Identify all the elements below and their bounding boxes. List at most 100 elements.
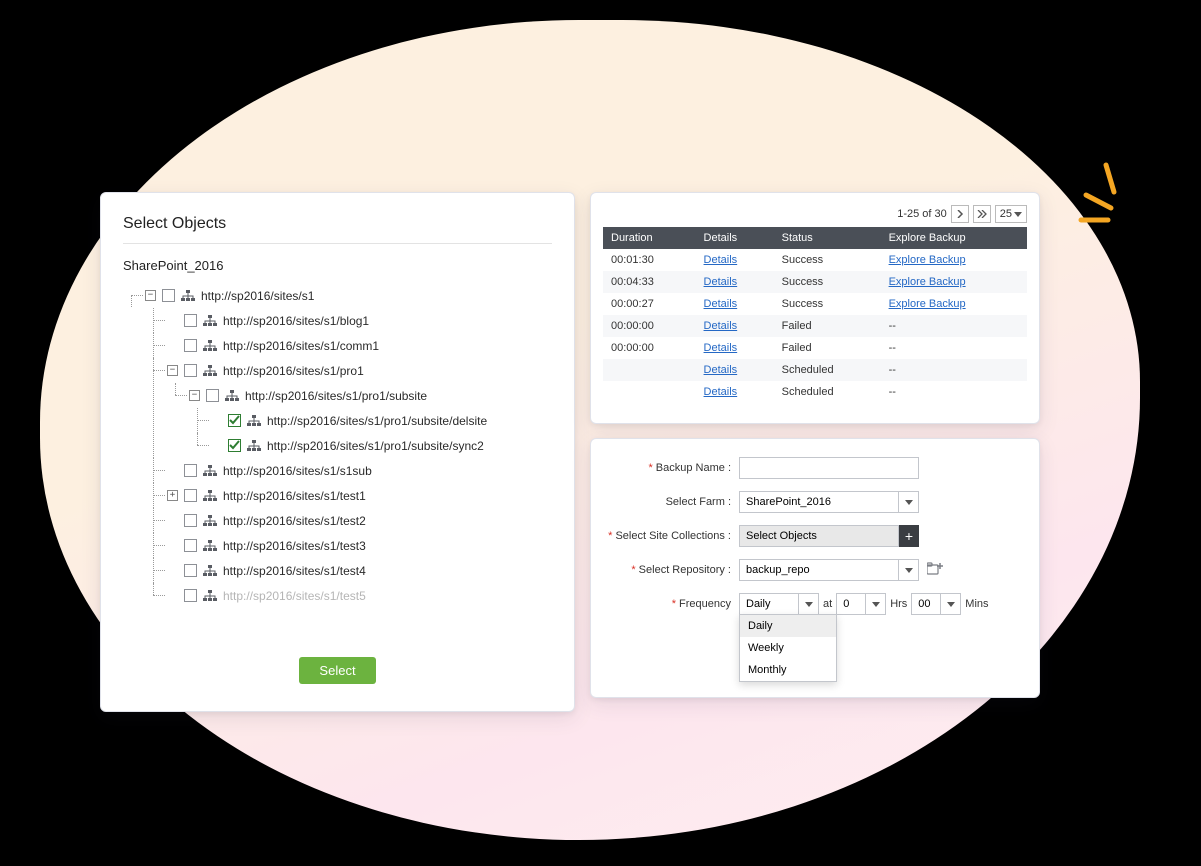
frequency-option[interactable]: Monthly <box>740 659 836 681</box>
divider <box>123 243 552 244</box>
frequency-dropdown[interactable]: Daily DailyWeeklyMonthly <box>739 593 819 615</box>
tree-checkbox[interactable] <box>228 414 241 427</box>
tree-checkbox[interactable] <box>184 514 197 527</box>
tree-checkbox[interactable] <box>184 589 197 602</box>
column-header[interactable]: Explore Backup <box>881 227 1027 249</box>
select-objects-display: Select Objects <box>739 525 899 547</box>
column-header[interactable]: Status <box>774 227 881 249</box>
details-link[interactable]: Details <box>704 276 738 288</box>
mins-label: Mins <box>965 598 988 610</box>
tree-node-label[interactable]: http://sp2016/sites/s1/blog1 <box>223 314 369 328</box>
tree-node-label[interactable]: http://sp2016/sites/s1/test1 <box>223 489 366 503</box>
table-row: 00:04:33DetailsSuccessExplore Backup <box>603 271 1027 293</box>
explore-backup-link[interactable]: Explore Backup <box>889 276 966 288</box>
tree-node-label[interactable]: http://sp2016/sites/s1/pro1/subsite <box>245 389 427 403</box>
tree-checkbox[interactable] <box>162 289 175 302</box>
explore-backup-cell: -- <box>881 381 1027 403</box>
collapse-toggle[interactable]: − <box>189 390 200 401</box>
tree-node-label[interactable]: http://sp2016/sites/s1/test5 <box>223 589 366 603</box>
site-hierarchy-icon <box>247 415 261 427</box>
tree-node: http://sp2016/sites/s1/pro1/subsite/dels… <box>211 408 552 433</box>
details-link[interactable]: Details <box>704 254 738 266</box>
site-hierarchy-icon <box>203 590 217 602</box>
duration-cell: 00:01:30 <box>603 249 696 271</box>
tree-checkbox[interactable] <box>184 339 197 352</box>
duration-cell: 00:00:00 <box>603 315 696 337</box>
tree-node: − http://sp2016/sites/s1/pro1/subsite <box>189 383 552 408</box>
tree-checkbox[interactable] <box>184 314 197 327</box>
status-cell: Success <box>774 293 881 315</box>
site-hierarchy-icon <box>203 465 217 477</box>
frequency-option[interactable]: Weekly <box>740 637 836 659</box>
column-header[interactable]: Details <box>696 227 774 249</box>
tree-checkbox[interactable] <box>206 389 219 402</box>
tree-node: http://sp2016/sites/s1/comm1 <box>167 333 552 358</box>
tree-node-label[interactable]: http://sp2016/sites/s1/pro1/subsite/sync… <box>267 439 484 453</box>
tree-node: http://sp2016/sites/s1/test3 <box>167 533 552 558</box>
chevron-down-icon <box>941 593 961 615</box>
tree-checkbox[interactable] <box>184 489 197 502</box>
tree-scroll-area[interactable]: − http://sp2016/sites/s1 http://sp2016/sit… <box>123 283 552 643</box>
add-site-collection-button[interactable]: + <box>899 525 919 547</box>
chevron-down-icon <box>1014 212 1022 217</box>
expand-toggle[interactable]: + <box>167 490 178 501</box>
tree-node-label[interactable]: http://sp2016/sites/s1/comm1 <box>223 339 379 353</box>
explore-backup-cell: -- <box>881 359 1027 381</box>
explore-backup-link[interactable]: Explore Backup <box>889 254 966 266</box>
tree-checkbox[interactable] <box>228 439 241 452</box>
select-site-collections-label: Select Site Collections : <box>615 530 731 542</box>
tree-node: http://sp2016/sites/s1/s1sub <box>167 458 552 483</box>
tree-node-label[interactable]: http://sp2016/sites/s1/test2 <box>223 514 366 528</box>
select-site-collections-row: *Select Site Collections : Select Object… <box>607 525 1023 547</box>
site-hierarchy-icon <box>203 515 217 527</box>
hour-dropdown[interactable]: 0 <box>836 593 886 615</box>
toggle-spacer <box>167 590 178 601</box>
tree-node-label[interactable]: http://sp2016/sites/s1/s1sub <box>223 464 372 478</box>
details-link[interactable]: Details <box>704 386 738 398</box>
select-button[interactable]: Select <box>299 657 375 684</box>
pager-range: 1-25 of 30 <box>897 208 947 220</box>
collapse-toggle[interactable]: − <box>167 365 178 376</box>
tree-node-label[interactable]: http://sp2016/sites/s1/test4 <box>223 564 366 578</box>
toggle-spacer <box>167 340 178 351</box>
explore-backup-link[interactable]: Explore Backup <box>889 298 966 310</box>
tree-checkbox[interactable] <box>184 364 197 377</box>
details-link[interactable]: Details <box>704 342 738 354</box>
collapse-toggle[interactable]: − <box>145 290 156 301</box>
tree-checkbox[interactable] <box>184 464 197 477</box>
tree-node-label[interactable]: http://sp2016/sites/s1/pro1 <box>223 364 364 378</box>
column-header[interactable]: Duration <box>603 227 696 249</box>
details-link[interactable]: Details <box>704 320 738 332</box>
panel-title: Select Objects <box>123 215 552 233</box>
decorative-accent-icon <box>1066 160 1146 230</box>
frequency-options-list: DailyWeeklyMonthly <box>739 614 837 682</box>
toggle-spacer <box>211 415 222 426</box>
frequency-option[interactable]: Daily <box>740 615 836 637</box>
page-size-selector[interactable]: 25 <box>995 205 1027 223</box>
frequency-value: Daily <box>739 593 799 615</box>
details-link[interactable]: Details <box>704 298 738 310</box>
site-tree: − http://sp2016/sites/s1 http://sp2016/sit… <box>123 283 552 608</box>
site-hierarchy-icon <box>247 440 261 452</box>
add-repository-button[interactable] <box>927 562 943 579</box>
site-hierarchy-icon <box>203 340 217 352</box>
details-link[interactable]: Details <box>704 364 738 376</box>
tree-node-label[interactable]: http://sp2016/sites/s1/test3 <box>223 539 366 553</box>
tree-node-label[interactable]: http://sp2016/sites/s1/pro1/subsite/dels… <box>267 414 487 428</box>
select-farm-dropdown[interactable]: SharePoint_2016 <box>739 491 919 513</box>
select-farm-row: Select Farm : SharePoint_2016 <box>607 491 1023 513</box>
backup-name-input[interactable] <box>739 457 919 479</box>
site-hierarchy-icon <box>225 390 239 402</box>
tree-checkbox[interactable] <box>184 564 197 577</box>
tree-checkbox[interactable] <box>184 539 197 552</box>
select-repository-dropdown[interactable]: backup_repo <box>739 559 919 581</box>
chevron-down-icon <box>866 593 886 615</box>
last-page-button[interactable] <box>973 205 991 223</box>
backup-config-panel: *Backup Name : Select Farm : SharePoint_… <box>590 438 1040 698</box>
duration-cell <box>603 359 696 381</box>
toggle-spacer <box>167 540 178 551</box>
tree-node-label[interactable]: http://sp2016/sites/s1 <box>201 289 314 303</box>
next-page-button[interactable] <box>951 205 969 223</box>
minute-dropdown[interactable]: 00 <box>911 593 961 615</box>
duration-cell: 00:00:00 <box>603 337 696 359</box>
